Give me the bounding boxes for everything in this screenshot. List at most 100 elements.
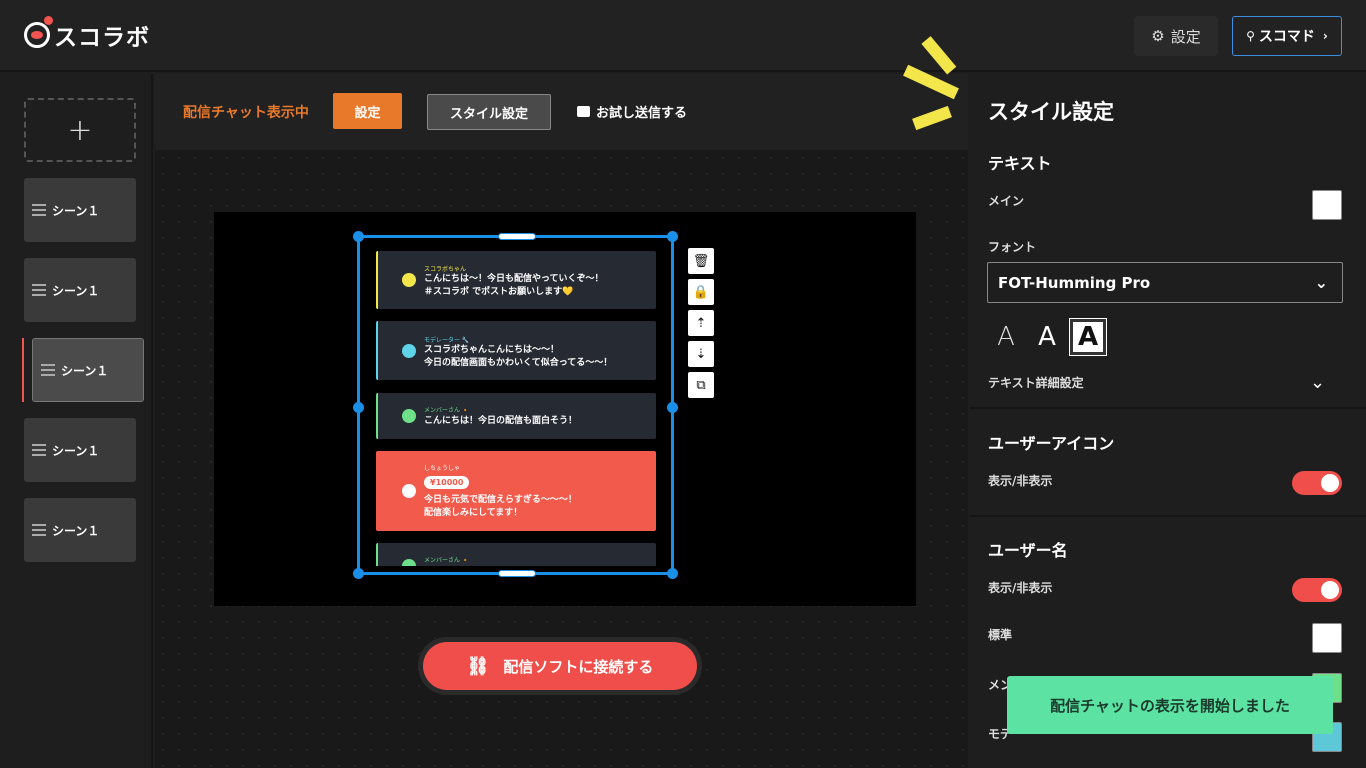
chat-settings-button[interactable]: 設定 (333, 93, 402, 129)
link-icon: ⛓ (466, 655, 490, 677)
scene-item[interactable]: シーン１ (24, 178, 136, 242)
test-send-label: お試し送信する (596, 106, 688, 121)
scene-item-active[interactable]: シーン１ (32, 338, 144, 402)
plus-icon: + (67, 112, 93, 148)
font-weight-regular-button[interactable]: A (1029, 319, 1065, 355)
drag-handle-icon[interactable] (32, 284, 46, 296)
divider (970, 515, 1366, 517)
drag-handle-icon[interactable] (41, 364, 55, 376)
message-text: こんにちは～！今日も配信やっていくぞ～！ (424, 274, 604, 284)
text-section-heading: テキスト (988, 154, 1052, 173)
status-text: 配信チャット表示中 (183, 105, 309, 121)
scene-item[interactable]: シーン１ (24, 258, 136, 322)
resize-handle[interactable] (667, 231, 678, 242)
resize-handle[interactable] (498, 233, 536, 240)
chat-list: スコラボちゃん こんにちは～！今日も配信やっていくぞ～！ ＃スコラボ でポストお… (376, 251, 656, 566)
style-settings-panel: スタイル設定 テキスト メイン フォント FOT-Humming Pro ⌄ A… (970, 74, 1366, 768)
divider (970, 407, 1366, 409)
user-name: メンバーさん 🔸 (424, 407, 470, 414)
user-icon (402, 409, 416, 423)
add-scene-button[interactable]: + (24, 98, 136, 162)
resize-handle[interactable] (353, 231, 364, 242)
standard-color-swatch[interactable] (1312, 623, 1342, 653)
chat-message: モデレーター 🔧 スコラボちゃんこんにちは～～！ 今日の配信画面もかわいくて似合… (376, 321, 656, 380)
rocket-icon: ⚲ (1246, 29, 1255, 43)
logo-text: スコラボ (54, 25, 150, 51)
resize-handle[interactable] (353, 568, 364, 579)
scmd-label: スコマド (1258, 29, 1315, 45)
user-name: メンバーさん 🔸 (424, 557, 470, 564)
chat-message: スコラボちゃん こんにちは～！今日も配信やっていくぞ～！ ＃スコラボ でポストお… (376, 251, 656, 309)
resize-handle[interactable] (498, 570, 536, 577)
scene-sidebar: + シーン１ シーン１ シーン１ シーン１ シーン１ (0, 74, 153, 768)
stream-preview: スコラボちゃん こんにちは～！今日も配信やっていくぞ～！ ＃スコラボ でポストお… (214, 212, 916, 606)
duplicate-icon[interactable]: ⧉ (688, 372, 714, 398)
drag-handle-icon[interactable] (32, 444, 46, 456)
scene-label: シーン１ (52, 203, 100, 218)
drag-handle-icon[interactable] (32, 524, 46, 536)
settings-label: 設定 (1170, 27, 1201, 46)
user-icon (402, 344, 416, 358)
style-settings-button[interactable]: スタイル設定 (427, 94, 551, 130)
trash-icon[interactable]: 🗑 (688, 248, 714, 274)
user-name: しちょうしゃ (424, 465, 461, 472)
scene-label: シーン１ (52, 523, 100, 538)
toast-notification: 配信チャットの表示を開始しました (1007, 676, 1333, 734)
resize-handle[interactable] (353, 402, 364, 413)
main-color-label: メイン (988, 194, 1025, 208)
send-backward-icon[interactable]: ⇣ (688, 341, 714, 367)
scmd-button[interactable]: ⚲ スコマド › (1232, 16, 1342, 56)
editor-canvas: スコラボちゃん こんにちは～！今日も配信やっていくぞ～！ ＃スコラボ でポストお… (155, 150, 968, 768)
text-detail-label: テキスト詳細設定 (988, 376, 1084, 390)
user-icon-toggle[interactable] (1292, 471, 1342, 495)
chat-message: メンバーさん 🔸 こんにちは！今日の配信も面白そう！ (376, 393, 656, 439)
font-weight-light-button[interactable]: A (988, 319, 1024, 355)
resize-handle[interactable] (667, 402, 678, 413)
message-text: 今日の配信画面もかわいくて似合ってる～～！ (424, 358, 613, 368)
active-scene-marker (22, 338, 24, 402)
message-text: こんにちは！今日の配信も面白そう！ (424, 416, 578, 426)
scene-item[interactable]: シーン１ (24, 418, 136, 482)
font-value: FOT-Humming Pro (998, 273, 1151, 292)
toast-message: 配信チャットの表示を開始しました (1050, 696, 1290, 715)
user-icon-toggle-label: 表示/非表示 (988, 474, 1053, 488)
user-name-toggle[interactable] (1292, 578, 1342, 602)
scene-item[interactable]: シーン１ (24, 498, 136, 562)
test-send-button[interactable]: お試し送信する (577, 102, 687, 121)
message-text: 今日も元気で配信えらすぎる～～～！ (424, 495, 577, 505)
drag-handle-icon[interactable] (32, 204, 46, 216)
chat-widget-selection[interactable]: スコラボちゃん こんにちは～！今日も配信やっていくぞ～！ ＃スコラボ でポストお… (353, 231, 678, 579)
message-text: ＃スコラボ でポストお願いします💛 (424, 287, 574, 297)
chevron-down-icon[interactable]: ⌄ (1310, 372, 1325, 393)
user-name: モデレーター 🔧 (424, 337, 470, 344)
scene-label: シーン１ (61, 363, 109, 378)
chat-message: メンバーさん 🔸 (376, 543, 656, 566)
user-name: スコラボちゃん (424, 266, 467, 273)
top-bar: スコラボ ⚙ 設定 ⚲ スコマド › (0, 0, 1366, 72)
user-name-toggle-label: 表示/非表示 (988, 581, 1053, 595)
scene-label: シーン１ (52, 283, 100, 298)
bring-forward-icon[interactable]: ⇡ (688, 310, 714, 336)
user-name-section-heading: ユーザー名 (988, 541, 1068, 560)
standard-color-label: 標準 (988, 628, 1013, 642)
user-icon (402, 273, 416, 287)
settings-button[interactable]: ⚙ 設定 (1134, 16, 1218, 56)
widget-tools: 🗑 🔒 ⇡ ⇣ ⧉ (688, 248, 716, 398)
amount-badge: ¥10000 (424, 476, 470, 489)
resize-handle[interactable] (667, 568, 678, 579)
logo-icon (24, 16, 53, 48)
font-weight-bold-button[interactable]: A (1069, 318, 1107, 356)
superchat-message: しちょうしゃ ¥10000 今日も元気で配信えらすぎる～～～！ 配信楽しみにして… (376, 451, 656, 531)
editor-toolbar: 配信チャット表示中 設定 スタイル設定 お試し送信する (155, 74, 968, 150)
connect-button[interactable]: ⛓ 配信ソフトに接続する (423, 642, 697, 690)
font-select[interactable]: FOT-Humming Pro ⌄ (987, 262, 1343, 303)
main-color-swatch[interactable] (1312, 190, 1342, 220)
lock-icon[interactable]: 🔒 (688, 279, 714, 305)
panel-title: スタイル設定 (988, 100, 1114, 124)
gear-icon: ⚙ (1151, 27, 1165, 45)
font-label: フォント (988, 240, 1037, 254)
message-text: スコラボちゃんこんにちは～～！ (424, 345, 560, 355)
connect-label: 配信ソフトに接続する (503, 657, 654, 676)
chat-icon (577, 106, 590, 117)
app-logo[interactable]: スコラボ (24, 16, 150, 52)
